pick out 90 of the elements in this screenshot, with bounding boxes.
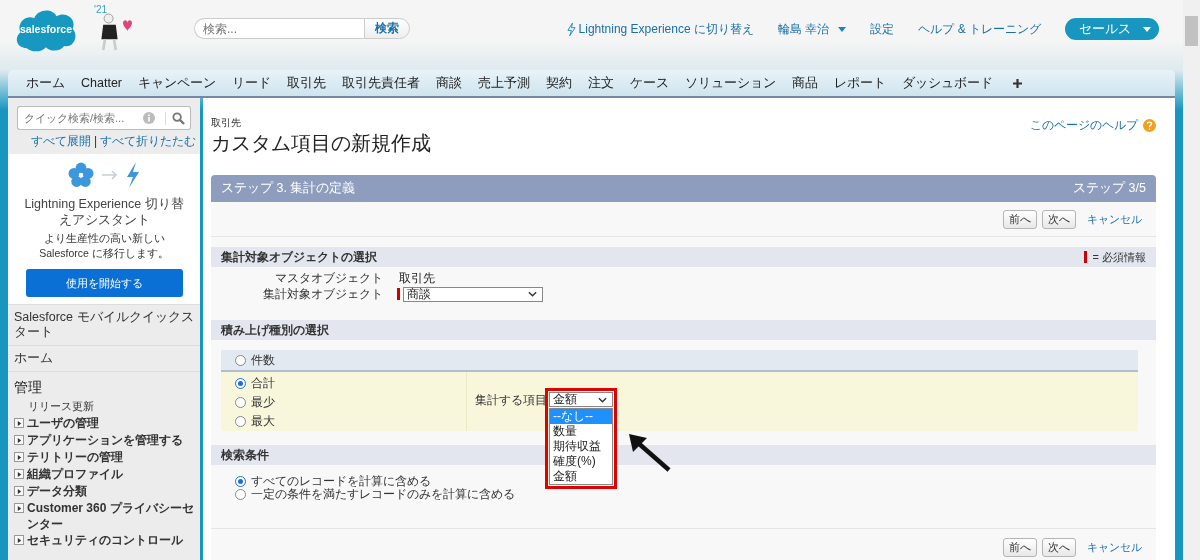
step-button[interactable]: 前へ [1003, 209, 1037, 229]
nav-tab[interactable]: ソリューション [677, 74, 784, 92]
nav-tab[interactable]: 注文 [580, 74, 622, 92]
sidebar-tree-item[interactable]: テリトリーの管理 [27, 449, 123, 465]
nav-tab[interactable]: キャンペーン [130, 74, 224, 92]
sidebar-link[interactable]: リリース更新 [14, 398, 196, 415]
dropdown-option[interactable]: 確度(%) [550, 454, 612, 469]
sidebar-tree-item[interactable]: Customer 360 プライバシーセンター [27, 500, 196, 532]
lightning-switch-link[interactable]: Lightning Experience に切り替え [566, 20, 754, 38]
scrollbar[interactable] [1183, 0, 1200, 560]
step-button[interactable]: 次へ [1042, 209, 1076, 229]
help-icon [1143, 118, 1156, 132]
sidebar-tree-item[interactable]: アプリケーションを管理する [27, 432, 183, 448]
radio-option[interactable]: 最大 [235, 412, 466, 431]
step-counter: ステップ 3/5 [1073, 180, 1146, 197]
dropdown-option[interactable]: 数量 [550, 424, 612, 439]
expand-all-link[interactable]: すべて展開 [30, 134, 91, 148]
pointer-arrow [627, 432, 671, 472]
lightning-bolt-icon [566, 22, 576, 36]
field-label: マスタオブジェクト [274, 270, 384, 286]
field-value: 取引先 [398, 269, 435, 287]
sidebar-section[interactable]: Salesforce モバイルクイックスタート [8, 304, 200, 345]
breadcrumb: 取引先 [211, 116, 242, 130]
nav-tab[interactable]: レポート [826, 74, 894, 92]
sidebar-tree-item[interactable]: データ分類 [27, 483, 87, 499]
expand-toggle-icon[interactable] [14, 469, 24, 479]
cancel-link[interactable]: キャンセル [1087, 539, 1142, 555]
header-link[interactable]: ヘルプ & トレーニング [918, 20, 1041, 38]
plus-icon[interactable] [1013, 78, 1022, 88]
expand-toggle-icon[interactable] [14, 486, 24, 496]
expand-toggle-icon[interactable] [14, 503, 24, 513]
section-title: 積み上げ種別の選択 [221, 321, 329, 339]
radio-option[interactable]: 件数 [235, 353, 275, 367]
nav-tab[interactable]: 契約 [538, 74, 580, 92]
link-separator: | [93, 134, 97, 148]
assistant-description: より生産性の高い新しい Salesforce に移行します。 [38, 231, 170, 261]
expand-toggle-icon[interactable] [14, 452, 24, 462]
assistant-title: Lightning Experience 切り替えアシスタント [23, 196, 185, 228]
nav-tab[interactable]: ホーム [18, 74, 73, 92]
lightning-bolt-icon [126, 162, 140, 188]
caret-icon [1143, 26, 1151, 32]
sidebar-tree-item[interactable]: 組織プロファイル [27, 466, 123, 482]
get-started-button[interactable]: 使用を開始する [25, 269, 183, 297]
required-legend: = 必須情報 [1092, 249, 1146, 265]
nav-tab[interactable]: リード [224, 74, 279, 92]
expand-toggle-icon[interactable] [14, 418, 24, 428]
arrow-icon [102, 170, 118, 180]
dropdown-option[interactable]: 期待収益 [550, 439, 612, 454]
object-select[interactable]: 商談 [403, 286, 543, 302]
section-title: 検索条件 [221, 446, 269, 464]
expand-toggle-icon[interactable] [14, 435, 24, 445]
step-button[interactable]: 次へ [1042, 537, 1076, 557]
section-title: 集計対象オブジェクトの選択 [221, 248, 377, 266]
flower-icon [68, 162, 94, 188]
search-field[interactable]: 検索... [194, 18, 364, 39]
nav-tab[interactable]: ケース [622, 74, 677, 92]
step-title: ステップ 3. 集計の定義 [221, 180, 356, 197]
search-button[interactable]: 検索 [364, 18, 410, 39]
help-link[interactable]: このページのヘルプ [1030, 118, 1156, 132]
nav-tab[interactable]: 取引先 [279, 74, 334, 92]
collapse-all-link[interactable]: すべて折りたたむ [100, 134, 196, 148]
dropdown-option[interactable]: 金額 [550, 469, 612, 484]
required-marker [1083, 251, 1087, 263]
field-label: 集計対象オブジェクト [262, 286, 384, 302]
field-label: 集計する項目 [475, 392, 547, 409]
field-select[interactable]: 金額 [549, 392, 613, 407]
header-link[interactable]: 設定 [870, 20, 895, 38]
chevron-down-icon [528, 291, 537, 297]
page-title: カスタム項目の新規作成 [211, 131, 431, 156]
nav-tab[interactable]: 取引先責任者 [334, 74, 428, 92]
expand-toggle-icon[interactable] [14, 535, 24, 545]
nav-tab[interactable]: 商談 [428, 74, 470, 92]
sidebar-tree-item[interactable]: セキュリティのコントロール [27, 532, 183, 548]
radio-option[interactable]: 最少 [235, 393, 466, 412]
user-menu[interactable]: 輪島 幸治 [778, 20, 847, 38]
nav-tab[interactable]: 商品 [784, 74, 826, 92]
radio-option[interactable]: 一定の条件を満たすレコードのみを計算に含める [235, 488, 1156, 501]
nav-tab[interactable]: Chatter [73, 76, 130, 90]
scrollbar-thumb[interactable] [1185, 16, 1198, 46]
chevron-down-icon [598, 396, 607, 403]
sidebar-tree-item[interactable]: ユーザの管理 [27, 415, 99, 431]
nav-tab[interactable]: 売上予測 [470, 74, 538, 92]
sidebar-section[interactable]: ホーム [8, 345, 200, 371]
caret-icon [838, 26, 847, 32]
sidebar-section-title: 管理 [14, 378, 43, 397]
nav-tab[interactable]: ダッシュボード [894, 74, 1001, 92]
release-label: '21 [94, 4, 108, 15]
cancel-link[interactable]: キャンセル [1087, 211, 1142, 227]
step-button[interactable]: 前へ [1003, 537, 1037, 557]
radio-option[interactable]: 合計 [235, 374, 466, 393]
